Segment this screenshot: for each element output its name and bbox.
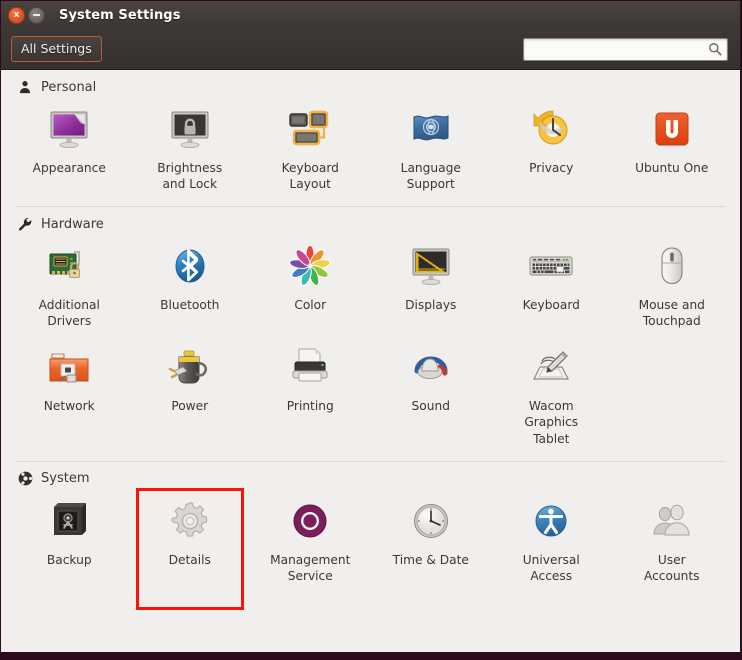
- ubuntu-one-icon: [648, 105, 696, 153]
- tile-label: User Accounts: [643, 552, 700, 583]
- settings-tile-printing[interactable]: Printing: [250, 337, 371, 454]
- tile-label: Mouse and Touchpad: [638, 298, 705, 329]
- search-box: [523, 37, 728, 61]
- settings-tile-keyboard[interactable]: Keyboard: [491, 236, 612, 337]
- section-grid-hardware: Additional Drivers Bluetooth Color Displays…: [1, 234, 740, 460]
- minimize-button[interactable]: [28, 6, 45, 24]
- settings-tile-universal-access[interactable]: Universal Access: [491, 491, 612, 592]
- window-bottom-strip: [1, 652, 740, 660]
- settings-tile-backup[interactable]: Backup: [9, 491, 130, 592]
- ubuntu-circle-icon: [17, 471, 33, 487]
- tile-label: Brightness and Lock: [157, 161, 223, 192]
- backup-icon: [45, 497, 93, 545]
- settings-content: Personal Appearance Brightness and Lock Key…: [1, 70, 740, 660]
- system-settings-window: x System Settings All Settings Personal A…: [0, 0, 742, 660]
- additional-drivers-icon: [45, 242, 93, 290]
- section-header-personal: Personal: [1, 70, 740, 97]
- bluetooth-icon: [166, 242, 214, 290]
- tile-label: Keyboard Layout: [281, 161, 339, 192]
- settings-tile-sound[interactable]: Sound: [371, 337, 492, 454]
- toolbar: All Settings: [1, 29, 740, 70]
- displays-icon: [407, 242, 455, 290]
- settings-tile-additional-drivers[interactable]: Additional Drivers: [9, 236, 130, 337]
- settings-tile-bluetooth[interactable]: Bluetooth: [130, 236, 251, 337]
- titlebar: x System Settings: [1, 1, 740, 29]
- settings-tile-user-accounts[interactable]: User Accounts: [612, 491, 733, 592]
- printing-icon: [286, 343, 334, 391]
- tile-label: Sound: [411, 399, 450, 414]
- tile-label: Keyboard: [522, 298, 580, 313]
- settings-tile-network[interactable]: Network: [9, 337, 130, 454]
- tile-label: Network: [43, 399, 95, 414]
- tile-label: Additional Drivers: [38, 298, 100, 329]
- user-accounts-icon: [648, 497, 696, 545]
- mouse-touchpad-icon: [648, 242, 696, 290]
- management-service-icon: [286, 497, 334, 545]
- tile-label: Printing: [286, 399, 334, 414]
- tile-label: Power: [171, 399, 209, 414]
- tile-label: Time & Date: [392, 552, 469, 567]
- details-gear-icon: [166, 497, 214, 545]
- settings-tile-ubuntu-one[interactable]: Ubuntu One: [612, 99, 733, 200]
- section-header-system: System: [1, 462, 740, 489]
- tile-label: Details: [168, 552, 211, 567]
- section-personal: Personal Appearance Brightness and Lock Key…: [1, 70, 740, 206]
- section-hardware: Hardware Additional Drivers Bluetooth Color…: [1, 206, 740, 460]
- universal-access-icon: [527, 497, 575, 545]
- close-button[interactable]: x: [8, 6, 25, 24]
- tile-label: Displays: [405, 298, 457, 313]
- search-input[interactable]: [523, 37, 728, 61]
- language-support-icon: [407, 105, 455, 153]
- settings-tile-details[interactable]: Details: [130, 487, 251, 611]
- section-title: Hardware: [41, 216, 104, 232]
- settings-tile-management-service[interactable]: Management Service: [250, 491, 371, 592]
- section-grid-personal: Appearance Brightness and Lock Keyboard La…: [1, 97, 740, 206]
- sound-icon: [407, 343, 455, 391]
- settings-tile-power[interactable]: Power: [130, 337, 251, 454]
- wacom-tablet-icon: [527, 343, 575, 391]
- tile-label: Privacy: [529, 161, 574, 175]
- settings-tile-mouse-and-touchpad[interactable]: Mouse and Touchpad: [612, 236, 733, 337]
- settings-tile-time-date[interactable]: Time & Date: [371, 491, 492, 592]
- tile-label: Backup: [46, 552, 92, 567]
- power-icon: [166, 343, 214, 391]
- tile-label: Language Support: [400, 161, 461, 192]
- settings-tile-keyboard-layout[interactable]: Keyboard Layout: [250, 99, 371, 200]
- keyboard-icon: [527, 242, 575, 290]
- settings-tile-language-support[interactable]: Language Support: [371, 99, 492, 200]
- tile-label: Universal Access: [522, 552, 580, 583]
- section-header-hardware: Hardware: [1, 207, 740, 234]
- window-title: System Settings: [59, 7, 181, 23]
- time-date-icon: [407, 497, 455, 545]
- tile-label: Management Service: [270, 552, 351, 583]
- minimize-icon: [33, 14, 40, 16]
- tile-label: Ubuntu One: [635, 161, 709, 175]
- tile-label: Color: [294, 298, 327, 313]
- settings-tile-appearance[interactable]: Appearance: [9, 99, 130, 200]
- appearance-icon: [45, 105, 93, 153]
- section-grid-system: Backup Details Management Service Time & Da…: [1, 487, 740, 611]
- settings-tile-color[interactable]: Color: [250, 236, 371, 337]
- network-icon: [45, 343, 93, 391]
- settings-tile-displays[interactable]: Displays: [371, 236, 492, 337]
- section-system: System Backup Details Management Service Tim…: [1, 460, 740, 611]
- privacy-icon: [527, 105, 575, 153]
- all-settings-button[interactable]: All Settings: [11, 36, 102, 62]
- settings-tile-brightness-and-lock[interactable]: Brightness and Lock: [130, 99, 251, 200]
- tile-label: Appearance: [32, 161, 106, 175]
- section-title: System: [41, 471, 90, 487]
- brightness-lock-icon: [166, 105, 214, 153]
- settings-tile-wacom-graphics-tablet[interactable]: Wacom Graphics Tablet: [491, 337, 612, 454]
- color-icon: [286, 242, 334, 290]
- wrench-icon: [17, 216, 33, 232]
- person-icon: [17, 79, 33, 95]
- section-title: Personal: [41, 79, 97, 95]
- settings-tile-privacy[interactable]: Privacy: [491, 99, 612, 200]
- tile-label: Bluetooth: [160, 298, 220, 313]
- keyboard-layout-icon: [286, 105, 334, 153]
- tile-label: Wacom Graphics Tablet: [524, 399, 579, 446]
